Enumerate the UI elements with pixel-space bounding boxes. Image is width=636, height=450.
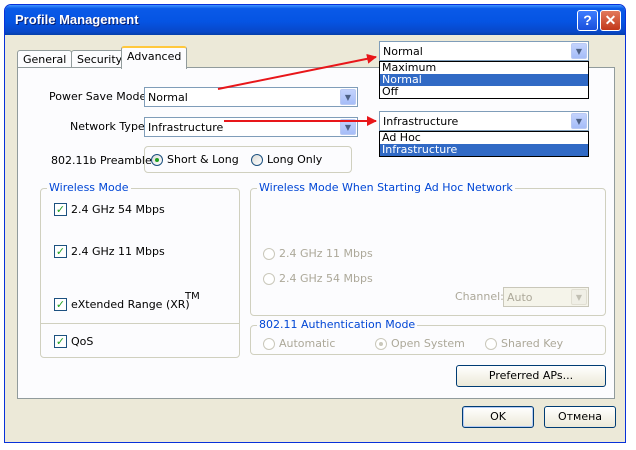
- cancel-button[interactable]: Отмена: [544, 406, 616, 428]
- power-save-dropdown-combo[interactable]: Normal ▼: [379, 41, 589, 61]
- auth-automatic-label: Automatic: [279, 337, 336, 350]
- auth-open-system-label: Open System: [391, 337, 465, 350]
- network-type-dropdown-combo[interactable]: Infrastructure ▼: [379, 111, 589, 131]
- wireless-mode-title: Wireless Mode: [47, 181, 131, 194]
- window-title: Profile Management: [15, 12, 139, 27]
- auth-mode-group: 802.11 Authentication Mode Automatic Ope…: [250, 318, 606, 355]
- radio-auth-open-system[interactable]: [375, 338, 387, 350]
- radio-auth-shared-key[interactable]: [485, 338, 497, 350]
- mode-11mbps-label: 2.4 GHz 11 Mbps: [71, 245, 165, 258]
- power-dropdown-value: Normal: [383, 45, 423, 58]
- title-bar[interactable]: Profile Management ? ✕: [5, 5, 625, 35]
- preamble-label: 802.11b Preamble:: [51, 154, 156, 167]
- preferred-aps-button[interactable]: Preferred APs...: [456, 365, 606, 387]
- chevron-down-icon[interactable]: ▼: [340, 89, 356, 105]
- mode-xr-label: eXtended Range (XR): [71, 298, 190, 311]
- option-off[interactable]: Off: [380, 86, 588, 98]
- network-type-value: Infrastructure: [148, 121, 224, 134]
- auth-mode-title: 802.11 Authentication Mode: [257, 318, 418, 331]
- checkbox-xr[interactable]: ✓: [54, 298, 67, 311]
- adhoc-11mbps-label: 2.4 GHz 11 Mbps: [279, 247, 373, 260]
- preamble-group: Short & Long Long Only: [144, 146, 352, 173]
- channel-select[interactable]: Auto ▼: [503, 287, 589, 307]
- wireless-mode-group: Wireless Mode ✓ 2.4 GHz 54 Mbps ✓ 2.4 GH…: [40, 181, 240, 358]
- checkbox-11mbps[interactable]: ✓: [54, 245, 67, 258]
- radio-adhoc-54mbps[interactable]: [263, 273, 275, 285]
- power-save-value: Normal: [148, 91, 188, 104]
- chevron-down-icon[interactable]: ▼: [340, 119, 356, 135]
- divider: [41, 323, 239, 324]
- radio-short-long[interactable]: [151, 154, 163, 166]
- qos-label: QoS: [71, 335, 94, 348]
- ok-button[interactable]: OK: [462, 406, 534, 428]
- option-infrastructure[interactable]: Infrastructure: [380, 144, 588, 156]
- power-save-select[interactable]: Normal ▼: [144, 87, 358, 107]
- radio-auth-automatic[interactable]: [263, 338, 275, 350]
- chevron-down-icon[interactable]: ▼: [571, 113, 587, 129]
- tab-advanced[interactable]: Advanced: [121, 46, 188, 69]
- trademark-mark: TM: [185, 291, 200, 302]
- radio-adhoc-11mbps[interactable]: [263, 248, 275, 260]
- power-save-dropdown-list: Maximum Normal Off: [379, 61, 589, 99]
- help-button[interactable]: ?: [577, 10, 598, 31]
- power-save-label: Power Save Mode:: [49, 90, 150, 103]
- checkbox-qos[interactable]: ✓: [54, 335, 67, 348]
- long-only-label: Long Only: [267, 153, 323, 166]
- channel-value: Auto: [507, 291, 533, 304]
- chevron-down-icon[interactable]: ▼: [571, 43, 587, 59]
- chevron-down-icon[interactable]: ▼: [571, 289, 587, 305]
- checkbox-54mbps[interactable]: ✓: [54, 203, 67, 216]
- channel-label: Channel:: [455, 290, 504, 303]
- adhoc-mode-group: Wireless Mode When Starting Ad Hoc Netwo…: [250, 181, 606, 316]
- radio-long-only[interactable]: [251, 154, 263, 166]
- network-type-dropdown-list: Ad Hoc Infrastructure: [379, 131, 589, 157]
- short-long-label: Short & Long: [167, 153, 239, 166]
- adhoc-54mbps-label: 2.4 GHz 54 Mbps: [279, 272, 373, 285]
- network-type-label: Network Type:: [70, 120, 149, 133]
- network-type-select[interactable]: Infrastructure ▼: [144, 117, 358, 137]
- mode-54mbps-label: 2.4 GHz 54 Mbps: [71, 203, 165, 216]
- network-dropdown-value: Infrastructure: [383, 115, 459, 128]
- auth-shared-key-label: Shared Key: [501, 337, 564, 350]
- adhoc-mode-title: Wireless Mode When Starting Ad Hoc Netwo…: [257, 181, 515, 194]
- option-normal[interactable]: Normal: [380, 74, 588, 86]
- close-button[interactable]: ✕: [600, 10, 621, 31]
